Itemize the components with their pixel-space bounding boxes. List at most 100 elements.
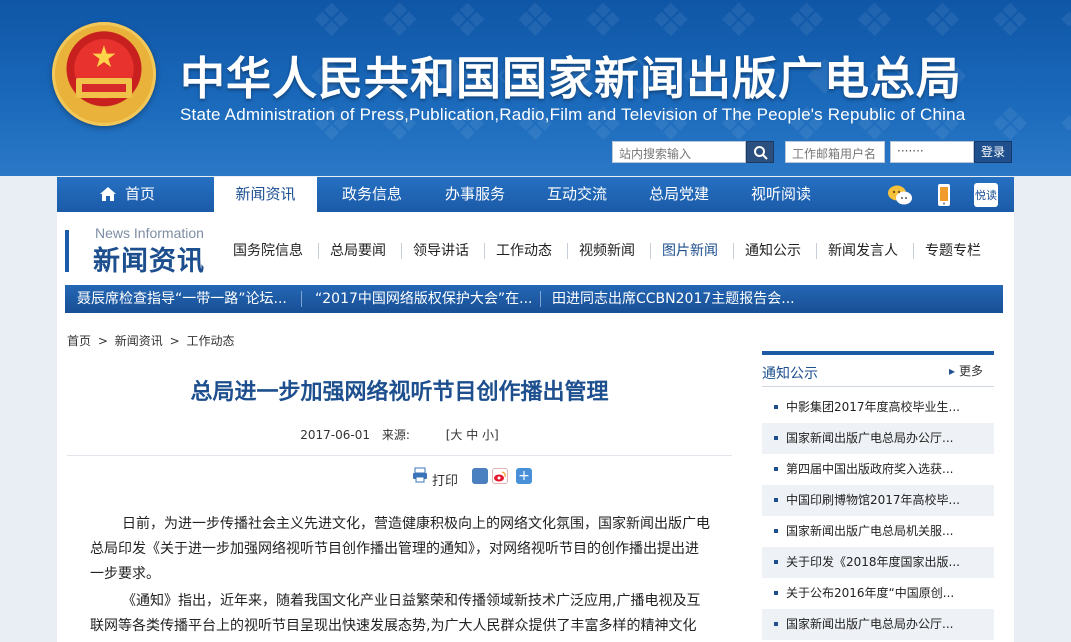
subnav-item-video-news[interactable]: 视频新闻 [579,240,635,260]
sidebar-item-label: 国家新闻出版广电总局办公厅... [786,431,954,445]
section-title: 新闻资讯 [93,246,205,277]
nav-item-party[interactable]: 总局党建 [629,177,729,212]
subnav-item-notices[interactable]: 通知公示 [745,240,801,260]
subnav-item-headlines[interactable]: 总局要闻 [330,240,386,260]
subnav-divider [650,243,651,259]
section-accent-bar [65,230,69,272]
sidebar-item-label: 中国印刷博物馆2017年高校毕... [786,493,960,507]
breadcrumb-separator: > [169,334,180,348]
share-qzone-icon[interactable] [472,468,488,484]
share-weibo-icon[interactable] [492,468,508,484]
article-source-label: 来源: [381,428,410,442]
sidebar-item-label: 国家新闻出版广电总局机关服... [786,524,954,538]
breadcrumb-home[interactable]: 首页 [67,334,91,348]
breadcrumb: 首页 > 新闻资讯 > 工作动态 [67,332,237,349]
news-ticker: 聂辰席检查指导“一带一路”论坛... “2017中国网络版权保护大会”在... … [65,285,1003,313]
site-title: 中华人民共和国国家新闻出版广电总局 [180,52,963,105]
subnav-divider [567,243,568,259]
site-subtitle: State Administration of Press,Publicatio… [180,105,966,124]
ticker-divider [540,291,541,307]
sidebar-item-label: 关于印发《2018年度国家出版... [786,555,960,569]
sidebar-item[interactable]: 国家新闻出版广电总局机关服... [762,516,994,547]
sidebar-title: 通知公示 [762,366,818,382]
content-container: News Information 新闻资讯 国务院信息 总局要闻 领导讲话 工作… [57,212,1014,642]
subnav-item-spokesperson[interactable]: 新闻发言人 [828,240,898,260]
bullet-icon [774,622,778,626]
article-paragraph: 《通知》指出，近年来，随着我国文化产业日益繁荣和传播领域新技术广泛应用,广播电视… [90,593,701,634]
login-button[interactable]: 登录 [974,141,1012,163]
home-icon [99,187,116,201]
sidebar-more-link[interactable]: ▸ 更多 [949,362,983,379]
subnav-divider [401,243,402,259]
national-emblem-icon[interactable]: ★ [52,22,156,126]
subnav-divider [733,243,734,259]
sidebar-item[interactable]: 中国印刷博物馆2017年高校毕... [762,485,994,516]
ticker-item[interactable]: 田进同志出席CCBN2017主题报告会... [552,285,795,313]
subnav-divider [816,243,817,259]
subnav-item-special-topics[interactable]: 专题专栏 [925,240,981,260]
nav-item-label: 视听阅读 [750,185,811,203]
article-divider [67,455,732,456]
search-input[interactable]: 站内搜索输入 [612,141,746,163]
nav-item-label: 政务信息 [341,185,402,203]
bullet-icon [774,529,778,533]
bullet-icon [774,467,778,471]
reading-icon[interactable]: 悦读 [972,181,1000,209]
nav-item-label: 办事服务 [444,185,505,203]
breadcrumb-separator: > [97,334,108,348]
print-icon[interactable] [412,467,428,483]
main-nav: 首页 新闻资讯 政务信息 办事服务 互动交流 总局党建 视听阅读 悦读 [57,177,1014,212]
article-date: 2017-06-01 [300,428,371,442]
sidebar-item[interactable]: 关于印发《2018年度国家出版... [762,547,994,578]
sidebar-item-label: 第四届中国出版政府奖入选获... [786,462,954,476]
sidebar-item-label: 国家新闻出版广电总局办公厅... [786,617,954,631]
nav-item-government[interactable]: 政务信息 [322,177,422,212]
sidebar-item[interactable]: 中影集团2017年度高校毕业生... [762,392,994,423]
font-size-toggle[interactable]: [大 中 小] [446,428,499,442]
nav-item-label: 互动交流 [546,185,607,203]
bullet-icon [774,560,778,564]
nav-icons: 悦读 [886,181,1006,209]
ticker-item[interactable]: “2017中国网络版权保护大会”在... [315,285,533,313]
sidebar-item[interactable]: 关于公布2016年度“中国原创... [762,578,994,609]
subnav-divider [913,243,914,259]
subnav-divider [318,243,319,259]
header-banner: ❖ ❖ ❖ ❖ ❖ ❖ ❖ ❖ ❖ ❖ ❖ ❖ ◆ ◇ ◆ ◇ ◆ ◇ ◆ ◇ ◆… [0,0,1071,176]
nav-item-label: 新闻资讯 [235,185,296,203]
bullet-icon [774,436,778,440]
subnav-item-state-council[interactable]: 国务院信息 [233,240,303,260]
sidebar-item[interactable]: 第四届中国出版政府奖入选获... [762,454,994,485]
password-field[interactable]: ······· [890,141,974,163]
search-icon [754,146,768,160]
breadcrumb-current[interactable]: 工作动态 [186,334,234,348]
article-meta: 2017-06-01 来源: [大 中 小] [57,426,742,443]
ticker-divider [301,291,302,307]
wechat-icon[interactable] [886,181,914,209]
subnav-item-work-updates[interactable]: 工作动态 [496,240,552,260]
ticker-item[interactable]: 聂辰席检查指导“一带一路”论坛... [77,285,287,313]
nav-item-interaction[interactable]: 互动交流 [527,177,627,212]
mobile-icon[interactable] [930,181,958,209]
sidebar-item[interactable]: 国家新闻出版广电总局办公厅... [762,423,994,454]
print-label[interactable]: 打印 [432,470,458,489]
nav-item-home[interactable]: 首页 [77,177,177,212]
nav-item-label: 首页 [124,185,155,203]
nav-item-services[interactable]: 办事服务 [425,177,525,212]
share-more-icon[interactable]: + [516,468,532,484]
sidebar-top-bar [762,351,994,355]
nav-item-label: 总局党建 [648,185,709,203]
nav-item-audiovisual[interactable]: 视听阅读 [731,177,831,212]
nav-item-news[interactable]: 新闻资讯 [214,177,317,212]
email-field[interactable]: 工作邮箱用户名 [785,141,885,163]
sidebar-divider [762,386,994,387]
article-paragraph: 日前，为进一步传播社会主义先进文化，营造健康积极向上的网络文化氛围，国家新闻出版… [90,516,710,582]
bullet-icon [774,405,778,409]
sidebar-item[interactable]: 国家新闻出版广电总局办公厅... [762,609,994,640]
search-button[interactable] [746,141,774,163]
subnav-item-photo-news[interactable]: 图片新闻 [662,240,718,260]
reading-icon-label: 悦读 [975,188,997,202]
breadcrumb-news[interactable]: 新闻资讯 [115,334,163,348]
subnav-item-speeches[interactable]: 领导讲话 [413,240,469,260]
bullet-icon [774,591,778,595]
subnav-divider [484,243,485,259]
